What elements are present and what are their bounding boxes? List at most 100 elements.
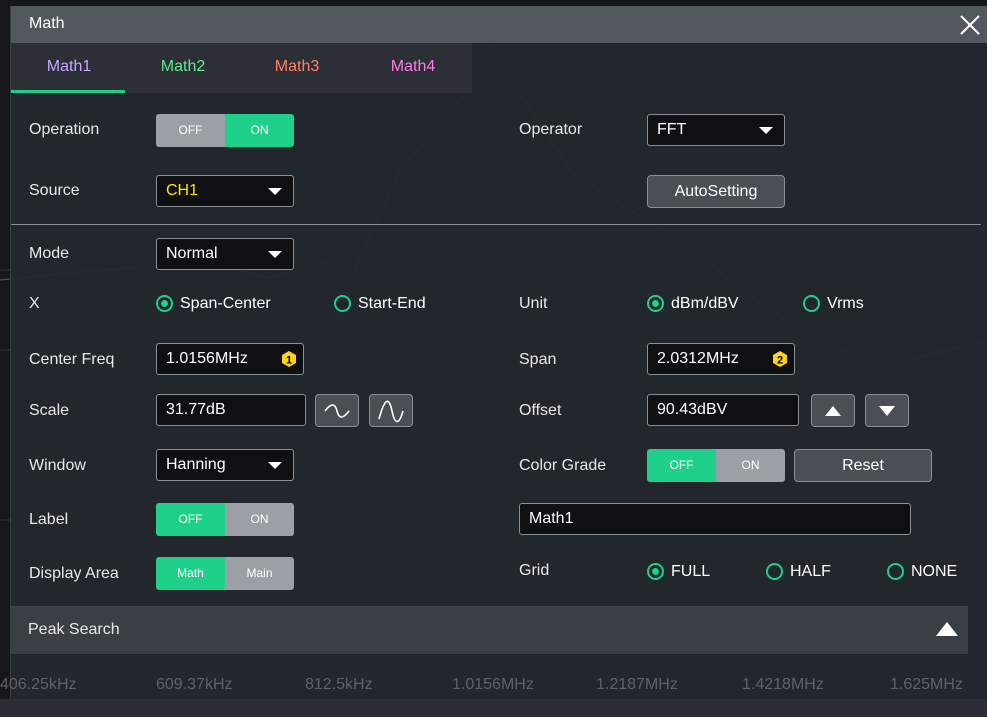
grid-half-radio[interactable] (766, 563, 783, 580)
x-span-center-label[interactable]: Span-Center (180, 295, 271, 313)
display-area-toggle[interactable]: Math Main (156, 557, 294, 590)
x-label: X (29, 295, 40, 312)
operator-dropdown[interactable]: FFT (647, 114, 785, 146)
offset-up-button[interactable] (811, 394, 855, 427)
chevron-down-icon (268, 188, 282, 195)
freq-tick-label: 1.0156MHz (452, 676, 534, 693)
wave-flat-icon (324, 404, 350, 418)
display-area-math-option[interactable]: Math (156, 557, 225, 590)
display-area-main-option[interactable]: Main (225, 557, 294, 590)
center-freq-value: 1.0156MHz (166, 350, 248, 367)
math-dialog: Math Math1 Math2 Math3 Math4 Operation O… (10, 6, 987, 706)
reset-button[interactable]: Reset (794, 449, 932, 482)
autosetting-button[interactable]: AutoSetting (647, 175, 785, 208)
mode-value: Normal (166, 245, 218, 262)
offset-input[interactable]: 90.43dBV (647, 394, 799, 426)
label-off-option[interactable]: OFF (156, 503, 225, 536)
chevron-down-icon (759, 127, 773, 134)
tab-math3[interactable]: Math3 (257, 58, 337, 76)
triangle-up-icon (825, 406, 841, 416)
dialog-title: Math (29, 15, 65, 32)
bottom-status-bar (0, 699, 987, 717)
span-label: Span (519, 351, 557, 368)
freq-tick-label: 812.5kHz (305, 676, 373, 693)
tab-math4[interactable]: Math4 (373, 58, 453, 76)
label-on-option[interactable]: ON (225, 503, 294, 536)
knob-1-icon: 1 (282, 351, 296, 367)
dialog-titlebar: Math (11, 6, 987, 43)
peak-search-label: Peak Search (28, 621, 120, 638)
x-start-end-label[interactable]: Start-End (358, 295, 426, 313)
source-value: CH1 (166, 182, 199, 199)
grid-none-radio[interactable] (887, 563, 904, 580)
source-label: Source (29, 182, 80, 199)
source-dropdown[interactable]: CH1 (156, 175, 294, 207)
knob-2-icon: 2 (773, 351, 787, 367)
label-label: Label (29, 511, 69, 528)
mode-label: Mode (29, 245, 70, 262)
x-span-center-radio[interactable] (156, 295, 173, 312)
offset-label: Offset (519, 402, 562, 419)
window-dropdown[interactable]: Hanning (156, 449, 294, 481)
freq-tick-label: 609.37kHz (156, 676, 233, 693)
screen: Math Math1 Math2 Math3 Math4 Operation O… (0, 0, 987, 717)
grid-full-radio[interactable] (647, 563, 664, 580)
color-grade-label: Color Grade (519, 457, 607, 474)
scale-value: 31.77dB (166, 401, 226, 418)
active-tab-indicator (11, 90, 125, 93)
operator-value: FFT (657, 121, 687, 138)
scale-increase-button[interactable] (369, 394, 413, 427)
triangle-down-icon (879, 406, 895, 416)
grid-label: Grid (519, 562, 550, 579)
x-start-end-radio[interactable] (334, 295, 351, 312)
chevron-down-icon (268, 251, 282, 258)
span-value: 2.0312MHz (657, 350, 739, 367)
center-freq-label: Center Freq (29, 351, 115, 368)
span-input[interactable]: 2.0312MHz 2 (647, 343, 795, 375)
operator-label: Operator (519, 121, 583, 138)
tab-math2[interactable]: Math2 (143, 58, 223, 76)
freq-tick-label: 1.2187MHz (596, 676, 678, 693)
operation-off-option[interactable]: OFF (156, 114, 225, 147)
svg-text:1: 1 (286, 355, 292, 367)
peak-search-bar[interactable]: Peak Search (10, 606, 968, 654)
unit-dbm-label[interactable]: dBm/dBV (671, 295, 739, 313)
label-text-value: Math1 (529, 510, 574, 527)
grid-half-label[interactable]: HALF (790, 563, 831, 581)
math-tabs: Math1 Math2 Math3 Math4 (11, 43, 472, 93)
unit-dbm-radio[interactable] (647, 295, 664, 312)
triangle-up-icon[interactable] (935, 621, 959, 637)
scale-input[interactable]: 31.77dB (156, 394, 306, 426)
grid-full-label[interactable]: FULL (671, 563, 710, 581)
svg-text:2: 2 (777, 355, 783, 367)
unit-vrms-radio[interactable] (803, 295, 820, 312)
operation-toggle[interactable]: OFF ON (156, 114, 294, 147)
color-grade-off-option[interactable]: OFF (647, 449, 716, 482)
tab-math1[interactable]: Math1 (29, 58, 109, 76)
unit-label: Unit (519, 295, 548, 312)
label-text-input[interactable]: Math1 (519, 503, 911, 535)
window-label: Window (29, 457, 86, 474)
section-divider (11, 224, 981, 225)
operation-on-option[interactable]: ON (225, 114, 294, 147)
chevron-down-icon (268, 462, 282, 469)
window-value: Hanning (166, 456, 226, 473)
close-icon[interactable] (954, 8, 986, 40)
label-toggle[interactable]: OFF ON (156, 503, 294, 536)
operation-label: Operation (29, 121, 100, 138)
freq-tick-label: 1.4218MHz (742, 676, 824, 693)
freq-tick-label: 1.625MHz (890, 676, 963, 693)
color-grade-on-option[interactable]: ON (716, 449, 785, 482)
wave-tall-icon (378, 400, 404, 423)
freq-tick-label: 406.25kHz (0, 676, 77, 693)
grid-none-label[interactable]: NONE (911, 563, 957, 581)
mode-dropdown[interactable]: Normal (156, 238, 294, 270)
scale-label: Scale (29, 402, 70, 419)
offset-down-button[interactable] (865, 394, 909, 427)
scale-decrease-button[interactable] (315, 394, 359, 427)
unit-vrms-label[interactable]: Vrms (827, 295, 864, 313)
center-freq-input[interactable]: 1.0156MHz 1 (156, 343, 304, 375)
display-area-label: Display Area (29, 565, 119, 582)
offset-value: 90.43dBV (657, 401, 728, 418)
color-grade-toggle[interactable]: OFF ON (647, 449, 785, 482)
